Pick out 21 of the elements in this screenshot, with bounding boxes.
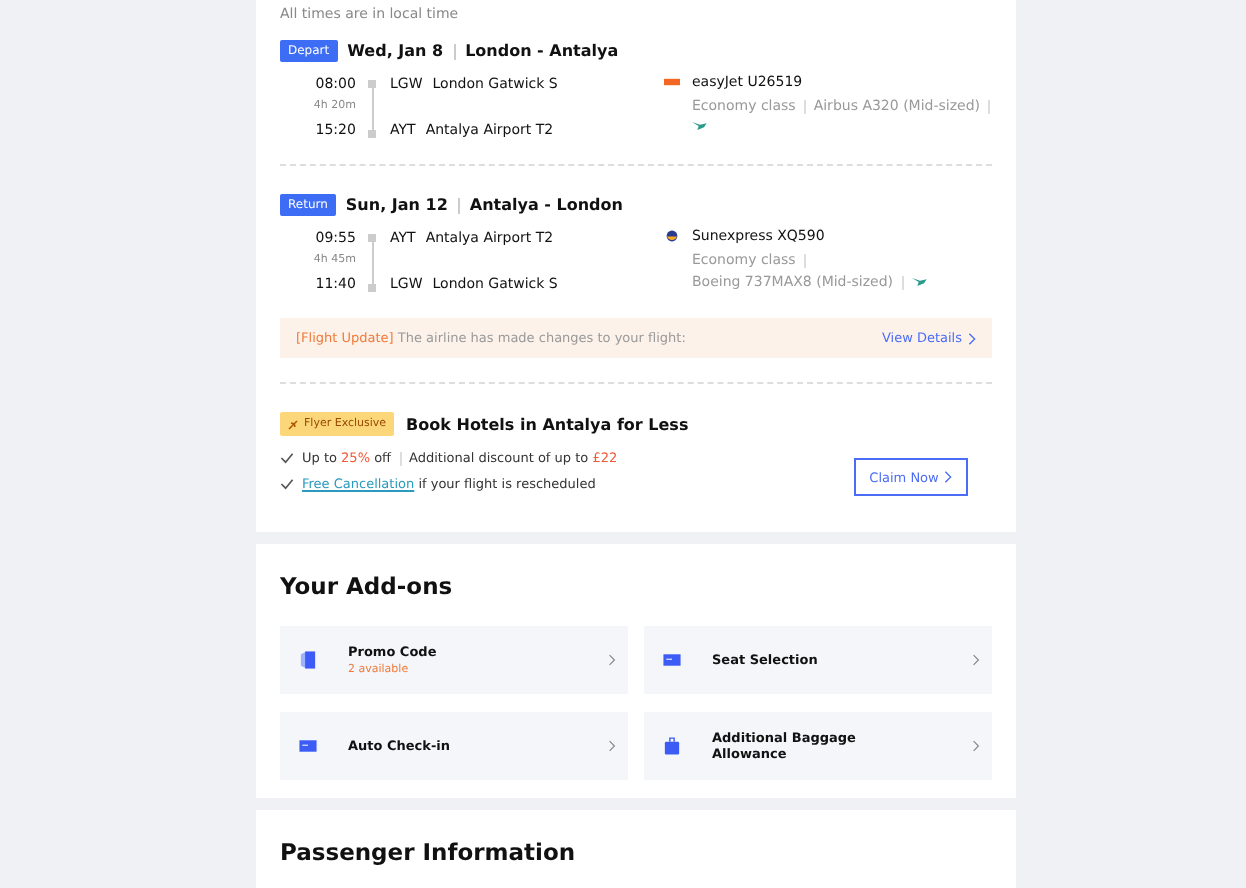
screen-icon bbox=[662, 650, 682, 670]
screen-icon bbox=[298, 736, 318, 756]
flight-date: Sun, Jan 12 bbox=[345, 196, 448, 214]
suitcase-icon bbox=[662, 736, 682, 756]
chevron-right-icon bbox=[608, 654, 616, 666]
flight-route: Antalya - London bbox=[469, 196, 623, 214]
flight-route: London - Antalya bbox=[465, 42, 619, 60]
promo-title: Book Hotels in Antalya for Less bbox=[406, 415, 689, 433]
ticket-icon bbox=[298, 650, 318, 670]
chevron-right-icon bbox=[968, 331, 976, 345]
chevron-right-icon bbox=[608, 740, 616, 752]
section-title: Passenger Information bbox=[280, 838, 578, 866]
aircraft-icon bbox=[911, 276, 928, 288]
flight-date: Wed, Jan 8 bbox=[347, 42, 444, 60]
aircraft-icon bbox=[691, 120, 708, 132]
airline-logo-icon bbox=[663, 230, 680, 242]
chevron-right-icon bbox=[972, 654, 980, 666]
airline-logo-icon bbox=[663, 76, 680, 88]
section-title: Your Add-ons bbox=[280, 572, 455, 600]
chevron-right-icon bbox=[972, 740, 980, 752]
chevron-right-icon bbox=[944, 470, 953, 484]
